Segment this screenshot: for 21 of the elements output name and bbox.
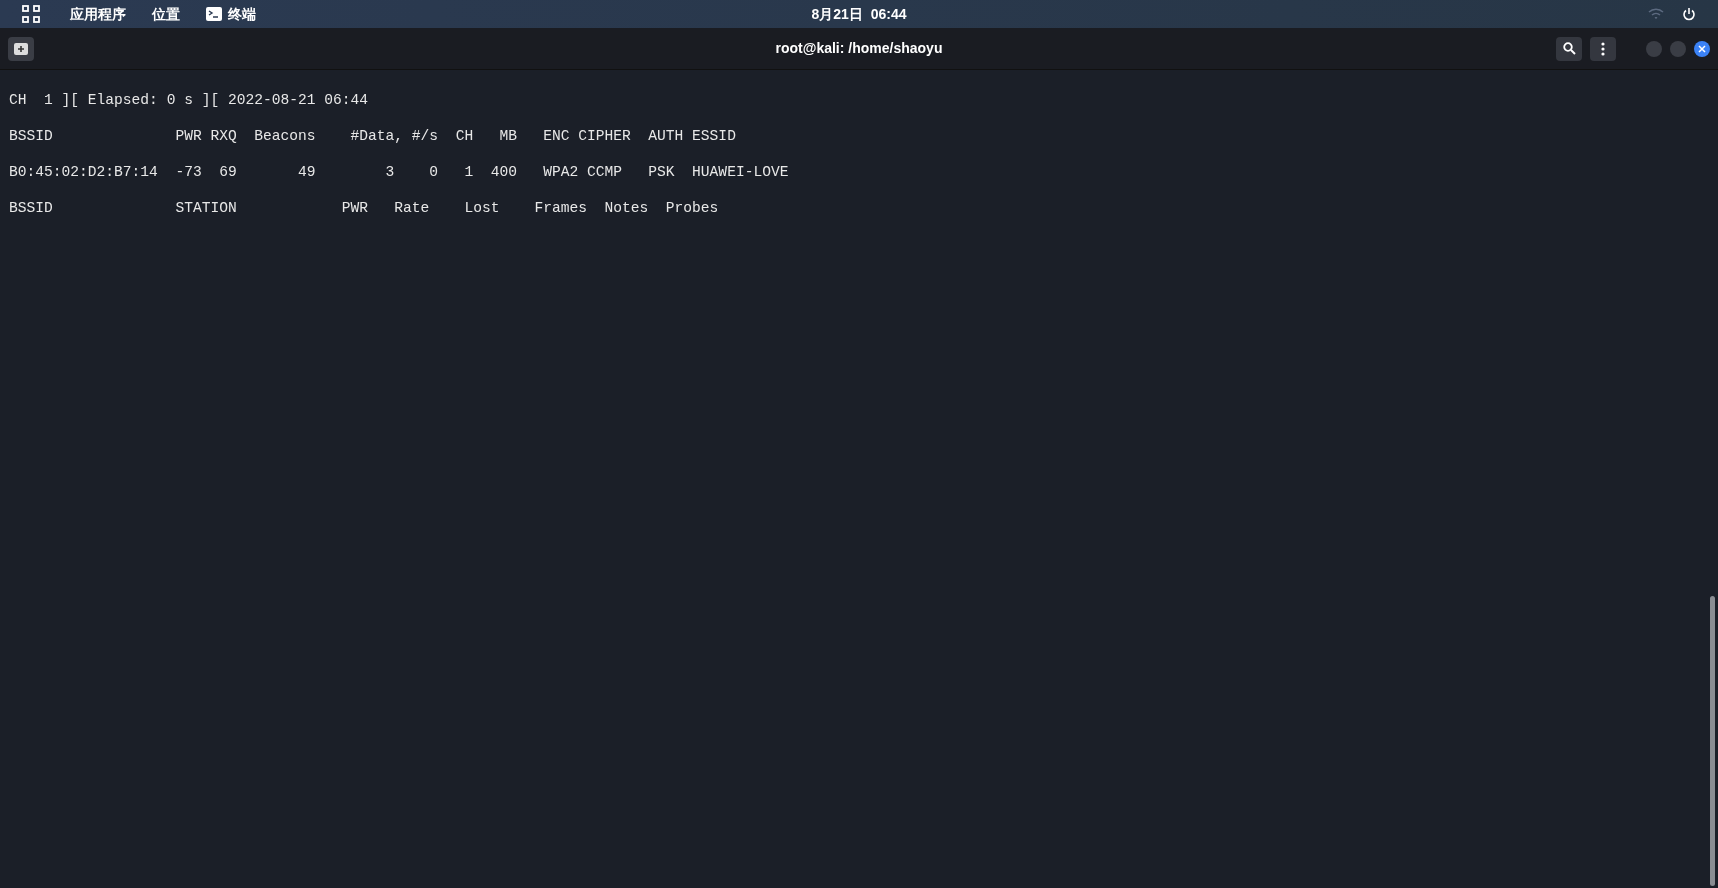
search-button[interactable]	[1556, 36, 1582, 61]
window-title: root@kali: /home/shaoyu	[775, 39, 943, 58]
close-icon	[1698, 44, 1706, 53]
terminal-icon	[206, 7, 222, 21]
search-icon	[1562, 42, 1576, 55]
terminal-line: B0:45:02:D2:B7:14 -73 69 49 3 0 1 400 WPA2 CCMP PSK HUAWEI-LOVE	[9, 163, 789, 182]
new-tab-icon	[14, 42, 28, 55]
new-tab-button[interactable]	[8, 36, 34, 61]
menu-button[interactable]	[1590, 36, 1616, 61]
menu-icon	[1601, 41, 1605, 56]
menu-item[interactable]: 应用程序	[70, 3, 126, 25]
menu-item[interactable]: 终端	[228, 3, 256, 25]
close-button[interactable]	[1694, 40, 1710, 57]
clock[interactable]: 8月21日 06:44	[811, 3, 907, 25]
terminal-line: CH 1 ][ Elapsed: 0 s ][ 2022-08-21 06:44	[9, 91, 369, 110]
apps-grid-icon[interactable]	[22, 5, 40, 23]
terminal-line: BSSID PWR RXQ Beacons #Data, #/s CH MB ENC CIPHER AUTH ESSID	[9, 127, 736, 146]
terminal-line: BSSID STATION PWR Rate Lost Frames Notes Probes	[9, 199, 719, 218]
scrollbar-thumb[interactable]	[1710, 596, 1715, 886]
power-icon[interactable]	[1682, 7, 1696, 21]
menu-item[interactable]: 位置	[152, 3, 180, 25]
